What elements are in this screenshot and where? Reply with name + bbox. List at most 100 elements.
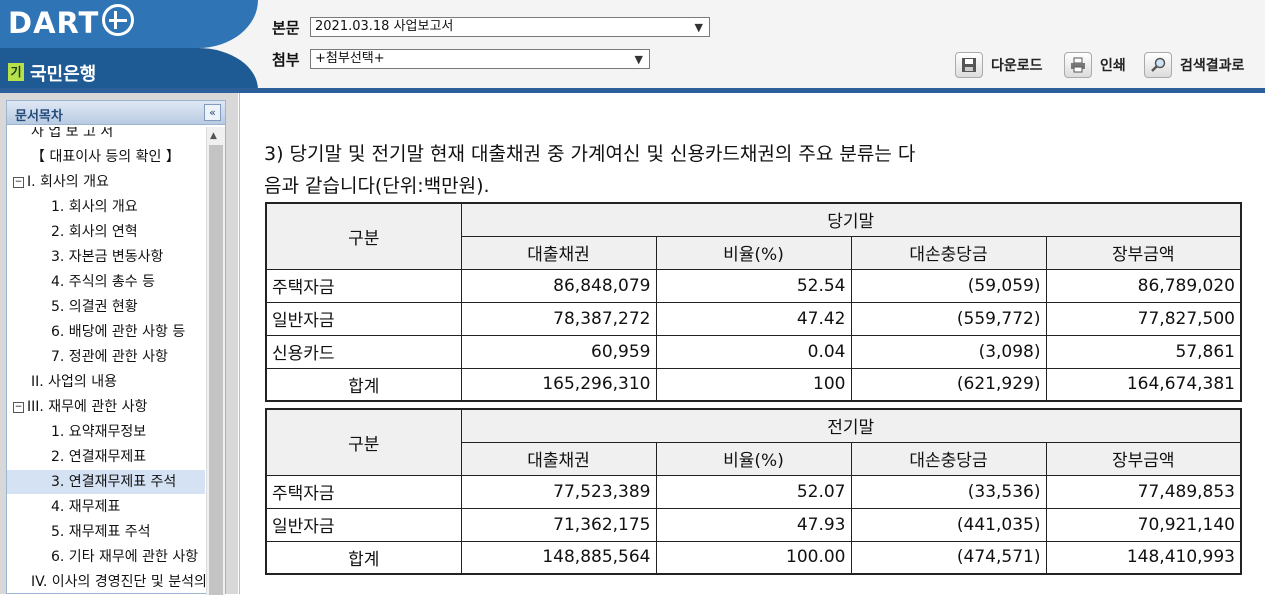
table-cell: 60,959: [460, 334, 657, 369]
tree-collapse-icon[interactable]: −: [13, 401, 24, 413]
body-document-select[interactable]: 2021.03.18 사업보고서 ▼: [310, 17, 710, 37]
note-line-1: 3) 당기말 및 전기말 현재 대출채권 중 가계여신 및 신용카드채권의 주요…: [264, 143, 916, 165]
table-row: 신용카드 60,959 0.04 (3,098) 57,861: [265, 334, 1242, 369]
toc-scrollbar-thumb[interactable]: [209, 145, 223, 595]
toc-item-label: 7. 정관에 관한 사항: [51, 349, 168, 365]
prior-period-loan-table: 구분 전기말 대출채권 비율(%) 대손충당금 장부금액 주택자금 77,523,389 52.…: [265, 408, 1242, 575]
column-header: 대손충당금: [850, 235, 1047, 270]
column-header: 비율(%): [655, 235, 852, 270]
toc-scrollbar[interactable]: ▲: [206, 127, 225, 595]
table-cell: 148,885,564: [460, 540, 657, 575]
printer-icon: [1064, 52, 1092, 78]
table-cell: 86,789,020: [1045, 268, 1242, 303]
toc-item-label: 1. 요약재무정보: [51, 424, 147, 440]
download-label: 다운로드: [991, 58, 1043, 74]
toc-item[interactable]: 5. 의결권 현황: [7, 295, 205, 319]
toc-item-label: IV. 이사의 경영진단 및 분석의견: [31, 574, 205, 590]
toc-item[interactable]: 6. 배당에 관한 사항 등: [7, 320, 205, 344]
body-label: 본문: [272, 19, 300, 37]
table-cell: 100.00: [655, 540, 852, 575]
toc-item[interactable]: 7. 정관에 관한 사항: [7, 345, 205, 369]
toc-item[interactable]: 【 대표이사 등의 확인 】: [7, 145, 205, 169]
print-label: 인쇄: [1100, 58, 1126, 74]
table-cell: 47.42: [655, 301, 852, 336]
company-name: 국민은행: [30, 64, 97, 85]
table-cell: 165,296,310: [460, 367, 657, 402]
period-header: 당기말: [460, 202, 1242, 237]
download-button[interactable]: 다운로드: [955, 52, 1043, 78]
table-cell: (621,929): [850, 367, 1047, 402]
collapse-panel-icon[interactable]: «: [204, 104, 221, 121]
toc-item[interactable]: 6. 기타 재무에 관한 사항: [7, 545, 205, 569]
table-cell: 71,362,175: [460, 507, 657, 542]
print-button[interactable]: 인쇄: [1064, 52, 1126, 78]
toc-item[interactable]: 사 업 보 고 서: [7, 127, 205, 144]
table-cell: 86,848,079: [460, 268, 657, 303]
table-cell: (3,098): [850, 334, 1047, 369]
toc-item[interactable]: 1. 요약재무정보: [7, 420, 205, 444]
toc-item[interactable]: IV. 이사의 경영진단 및 분석의견: [7, 570, 205, 594]
table-cell: (441,035): [850, 507, 1047, 542]
table-cell: (559,772): [850, 301, 1047, 336]
toc-item[interactable]: 3. 자본금 변동사항: [7, 245, 205, 269]
column-header: 대손충당금: [850, 441, 1047, 476]
table-row: 일반자금 71,362,175 47.93 (441,035) 70,921,140: [265, 507, 1242, 542]
toc-item-label: 2. 회사의 연혁: [51, 224, 138, 240]
toc-item[interactable]: 2. 회사의 연혁: [7, 220, 205, 244]
attachment-select[interactable]: +첨부선택+ ▼: [310, 49, 650, 69]
toc-item-label: I. 회사의 개요: [27, 174, 109, 190]
toc-title: 문서목차: [15, 109, 63, 124]
table-cell: 100: [655, 367, 852, 402]
table-row: 합계 165,296,310 100 (621,929) 164,674,381: [265, 367, 1242, 402]
toc-item[interactable]: 4. 재무제표: [7, 495, 205, 519]
table-cell: 57,861: [1045, 334, 1242, 369]
toc-item[interactable]: 4. 주식의 총수 등: [7, 270, 205, 294]
period-header: 전기말: [460, 408, 1242, 443]
table-cell: 78,387,272: [460, 301, 657, 336]
table-cell: (59,059): [850, 268, 1047, 303]
toc-item-label: 2. 연결재무제표: [51, 449, 147, 465]
column-header: 장부금액: [1045, 235, 1242, 270]
column-header: 비율(%): [655, 441, 852, 476]
row-label: 주택자금: [265, 474, 462, 509]
toc-item[interactable]: − III. 재무에 관한 사항: [7, 395, 205, 419]
toc-item[interactable]: 1. 회사의 개요: [7, 195, 205, 219]
table-cell: 77,489,853: [1045, 474, 1242, 509]
table-cell: 0.04: [655, 334, 852, 369]
toc-item[interactable]: II. 사업의 내용: [7, 370, 205, 394]
table-cell: (474,571): [850, 540, 1047, 575]
dart-logo[interactable]: DART: [8, 6, 99, 40]
toc-item[interactable]: − I. 회사의 개요: [7, 170, 205, 194]
tree-collapse-icon[interactable]: −: [13, 176, 24, 188]
toc-item-label: 4. 재무제표: [51, 499, 121, 515]
column-header: 대출채권: [460, 441, 657, 476]
toc-item-label: 3. 자본금 변동사항: [51, 249, 164, 265]
table-cell: 148,410,993: [1045, 540, 1242, 575]
back-to-search-results-button[interactable]: 검색결과로: [1144, 52, 1244, 78]
company-type-badge: 기: [8, 63, 24, 81]
toc-item-label: 5. 재무제표 주석: [51, 524, 151, 540]
table-cell: 77,523,389: [460, 474, 657, 509]
table-corner-header: 구분: [265, 202, 462, 270]
toc-list: 사 업 보 고 서 【 대표이사 등의 확인 】 − I. 회사의 개요 1. 회사의 …: [7, 127, 205, 595]
table-cell: 77,827,500: [1045, 301, 1242, 336]
toc-item[interactable]: 2. 연결재무제표: [7, 445, 205, 469]
row-label: 일반자금: [265, 507, 462, 542]
row-label: 합계: [265, 540, 462, 575]
scroll-up-arrow-icon[interactable]: ▲: [210, 131, 217, 141]
document-viewer: 3) 당기말 및 전기말 현재 대출채권 중 가계여신 및 신용카드채권의 주요…: [239, 93, 1265, 594]
table-cell: 52.07: [655, 474, 852, 509]
toc-header: 문서목차 «: [7, 101, 225, 125]
toc-frame: 문서목차 « 사 업 보 고 서 【 대표이사 등의 확인 】 − I. 회사의 개요…: [6, 100, 226, 595]
body-document-select-value: 2021.03.18 사업보고서: [315, 19, 454, 34]
table-cell: (33,536): [850, 474, 1047, 509]
current-period-loan-table: 구분 당기말 대출채권 비율(%) 대손충당금 장부금액 주택자금 86,848,079 52.…: [265, 202, 1242, 402]
toc-item-label: 6. 기타 재무에 관한 사항: [51, 549, 199, 565]
document-toc-panel: 문서목차 « 사 업 보 고 서 【 대표이사 등의 확인 】 − I. 회사의 개요…: [0, 93, 238, 595]
toc-item[interactable]: 5. 재무제표 주석: [7, 520, 205, 544]
table-row: 일반자금 78,387,272 47.42 (559,772) 77,827,500: [265, 301, 1242, 336]
toc-item[interactable]: 3. 연결재무제표 주석: [7, 470, 205, 494]
floppy-disk-icon: [955, 52, 983, 78]
table-cell: 52.54: [655, 268, 852, 303]
row-label: 신용카드: [265, 334, 462, 369]
